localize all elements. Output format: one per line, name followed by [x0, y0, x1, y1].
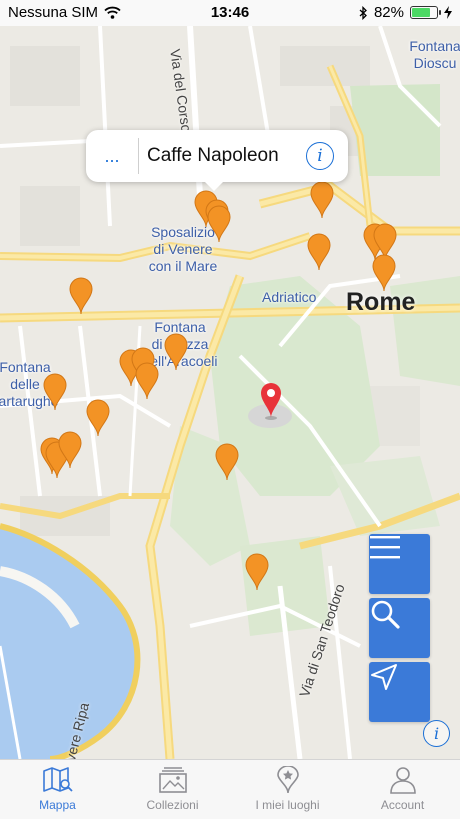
status-bar: Nessuna SIM 13:46 82% — [0, 0, 460, 26]
place-title[interactable]: Caffe Napoleon — [139, 145, 306, 167]
tab-bar: Mappa Collezioni I miei luoghi Account — [0, 759, 460, 819]
place-pin[interactable] — [309, 180, 335, 220]
info-icon[interactable]: i — [306, 142, 334, 170]
tab-account[interactable]: Account — [345, 760, 460, 819]
label-fontana-dioscuri: Fontana Dioscu — [409, 38, 460, 71]
tab-mappa[interactable]: Mappa — [0, 760, 115, 819]
tab-label: I miei luoghi — [255, 798, 320, 812]
map-info-icon[interactable]: i — [423, 720, 450, 747]
tab-miei-luoghi[interactable]: I miei luoghi — [230, 760, 345, 819]
battery-icon — [410, 6, 441, 19]
tab-label: Account — [380, 798, 425, 812]
place-pin[interactable] — [371, 253, 397, 293]
charging-icon — [444, 6, 452, 19]
place-pin[interactable] — [244, 552, 270, 592]
label-adriatico: Adriatico — [262, 289, 317, 305]
search-button[interactable] — [369, 598, 430, 658]
selected-location-pin[interactable] — [258, 380, 284, 420]
place-pin[interactable] — [206, 204, 232, 244]
menu-button[interactable] — [369, 534, 430, 594]
place-pin[interactable] — [163, 332, 189, 372]
place-pin[interactable] — [57, 430, 83, 470]
hamburger-icon — [370, 536, 400, 559]
place-pin[interactable] — [214, 442, 240, 482]
search-icon — [371, 600, 400, 629]
battery-percent: 82% — [373, 4, 404, 21]
tab-label: Mappa — [39, 798, 76, 812]
locate-button[interactable] — [369, 662, 430, 722]
map-icon — [42, 767, 73, 792]
bluetooth-icon — [359, 5, 367, 20]
more-button[interactable]: ... — [86, 147, 138, 165]
place-callout[interactable]: ... Caffe Napoleon i — [86, 130, 348, 191]
map-view[interactable]: Sposalizio di Venere con il Mare Fontana… — [0, 26, 460, 759]
place-pin[interactable] — [134, 361, 160, 401]
place-pin[interactable] — [85, 398, 111, 438]
place-pin-icon — [276, 766, 299, 794]
collections-icon — [158, 767, 187, 793]
tab-collezioni[interactable]: Collezioni — [115, 760, 230, 819]
user-icon — [389, 767, 416, 794]
tab-label: Collezioni — [146, 798, 199, 812]
place-pin[interactable] — [68, 276, 94, 316]
place-pin[interactable] — [42, 372, 68, 412]
location-arrow-icon — [371, 664, 397, 690]
place-pin[interactable] — [306, 232, 332, 272]
